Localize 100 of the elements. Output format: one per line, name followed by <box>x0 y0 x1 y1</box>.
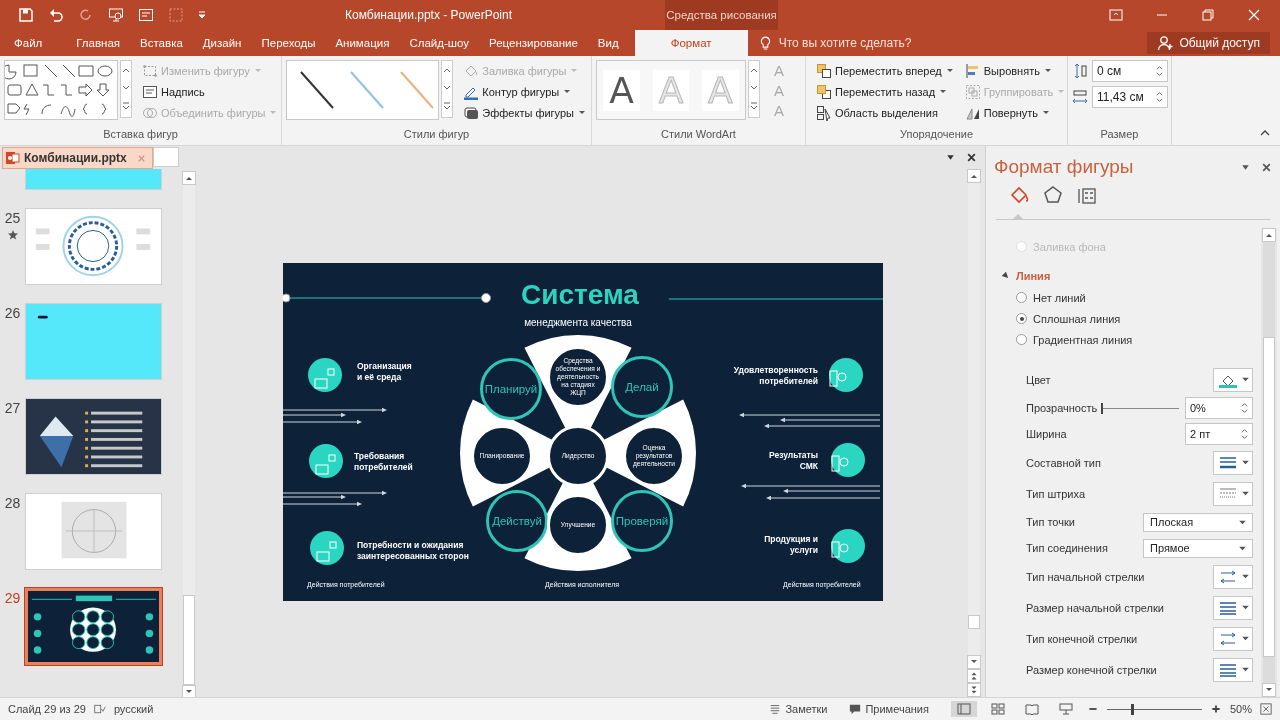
dropdown[interactable]: Плоская <box>1143 512 1253 532</box>
scroll-up-icon[interactable] <box>1262 228 1276 242</box>
slide-thumbnail[interactable] <box>25 588 162 665</box>
zoom-in-icon[interactable] <box>1209 703 1222 715</box>
scroll-up-icon[interactable] <box>182 171 196 185</box>
ribbon-tab[interactable]: Слайд-шоу <box>399 30 480 56</box>
spin-arrows-icon[interactable] <box>1241 427 1248 441</box>
size-field[interactable]: 11,43 см <box>1092 86 1168 108</box>
section-header[interactable]: Линия <box>1002 265 1261 287</box>
wordart-style[interactable]: A <box>603 69 640 111</box>
spin-arrows-icon[interactable] <box>1156 64 1163 78</box>
scroll-up-icon[interactable] <box>967 169 981 183</box>
redo-icon[interactable] <box>78 7 94 23</box>
radio-button[interactable] <box>1016 313 1027 324</box>
scroll-down-icon[interactable] <box>1262 683 1276 697</box>
slide-thumbnail[interactable] <box>25 303 162 380</box>
close-icon[interactable] <box>1261 161 1272 173</box>
ribbon-display-icon[interactable] <box>1108 7 1124 23</box>
zoom-thumb[interactable] <box>1130 703 1134 715</box>
fit-to-window-icon[interactable] <box>1260 703 1272 715</box>
zoom-level[interactable]: 50% <box>1229 703 1252 715</box>
lines-icon <box>1217 661 1238 678</box>
ribbon-button[interactable]: Надпись <box>140 81 279 102</box>
ribbon-tab[interactable]: Файл <box>0 30 67 56</box>
spin-arrows-icon[interactable] <box>1241 401 1248 415</box>
selected-connector[interactable] <box>283 293 491 303</box>
spin-arrows-icon[interactable] <box>1156 90 1163 104</box>
tell-me-field[interactable]: Что вы хотите сделать? <box>776 35 961 51</box>
arrow-type-button[interactable] <box>1213 564 1253 589</box>
slide-thumbnail[interactable] <box>25 398 162 475</box>
ribbon-tab[interactable]: Анимация <box>325 30 400 56</box>
close-icon[interactable] <box>966 152 977 163</box>
transparency-slider[interactable] <box>1101 402 1179 414</box>
ribbon-tab[interactable]: Формат <box>634 30 748 56</box>
scrollbar[interactable] <box>966 169 982 697</box>
radio-button[interactable] <box>1016 334 1027 345</box>
spell-check-icon[interactable] <box>93 703 106 715</box>
scrollbar[interactable] <box>181 171 197 695</box>
language-indicator[interactable]: русский <box>113 703 154 715</box>
radio-label[interactable]: Градиентная линия <box>1033 333 1133 346</box>
radio-button[interactable] <box>1016 292 1027 303</box>
share-button[interactable]: Общий доступ <box>1147 32 1270 54</box>
notes-button[interactable]: Заметки <box>769 703 828 715</box>
slide-icon[interactable] <box>138 7 154 23</box>
gallery-scroll-icon[interactable] <box>120 60 132 118</box>
collapse-ribbon-icon[interactable] <box>1260 129 1270 137</box>
scroll-thumb[interactable] <box>968 615 980 629</box>
slide-thumbnail[interactable] <box>25 493 162 570</box>
restore-icon[interactable] <box>1200 7 1216 23</box>
presentation-icon[interactable] <box>108 7 124 23</box>
undo-icon[interactable] <box>48 7 64 23</box>
ribbon-tab[interactable]: Вставка <box>130 30 193 56</box>
caret-icon[interactable] <box>945 152 956 163</box>
scroll-down-icon[interactable] <box>182 685 196 697</box>
ribbon-tab[interactable]: Переходы <box>251 30 326 56</box>
line-style-sample[interactable] <box>299 71 334 109</box>
ribbon-button[interactable]: Область выделения <box>814 102 955 123</box>
dropdown[interactable]: Прямое <box>1143 538 1253 558</box>
ribbon-button[interactable]: Переместить назад <box>814 81 955 102</box>
selection-pane-icon <box>816 104 832 121</box>
ribbon-button[interactable]: Выровнять <box>962 60 1067 81</box>
gallery-scroll-icon[interactable] <box>748 60 760 118</box>
ribbon-button[interactable]: Переместить вперед <box>814 60 955 81</box>
customize-icon[interactable] <box>198 10 206 20</box>
ribbon-button[interactable]: Эффекты фигуры <box>461 102 587 123</box>
ribbon-tab[interactable]: Рецензирование <box>479 30 588 56</box>
radio-label[interactable]: Нет линий <box>1033 291 1086 304</box>
arrow-type-button[interactable] <box>1213 626 1253 651</box>
scroll-down-icon[interactable] <box>967 655 981 669</box>
gallery-scroll-icon[interactable] <box>441 60 454 118</box>
arrow-size-button[interactable] <box>1213 657 1253 682</box>
comments-button[interactable]: Примечания <box>849 703 929 715</box>
document-tab[interactable]: Комбинации.pptx <box>2 147 153 169</box>
window-title: Комбинации.pptx - PowerPoint <box>345 7 513 24</box>
size-field[interactable]: 0 см <box>1092 60 1168 82</box>
ribbon-button[interactable]: Контур фигуры <box>461 81 587 102</box>
color-button[interactable] <box>1213 367 1253 392</box>
normal-view-button[interactable] <box>950 701 977 717</box>
ribbon-button[interactable]: Повернуть <box>962 102 1067 123</box>
radio-label[interactable]: Сплошная линия <box>1033 312 1121 325</box>
compound-type-button[interactable] <box>1213 450 1253 475</box>
previous-slide-icon[interactable] <box>967 669 981 683</box>
scrollbar[interactable] <box>1261 228 1277 697</box>
ribbon-tab[interactable]: Дизайн <box>192 30 252 56</box>
section-label[interactable]: Линия <box>1016 270 1051 282</box>
scroll-thumb[interactable] <box>1263 337 1275 657</box>
next-slide-icon[interactable] <box>967 683 981 697</box>
property-label: Цвет <box>1026 373 1052 386</box>
width-field[interactable]: 2 пт <box>1185 423 1253 445</box>
slide-thumbnail[interactable] <box>25 208 162 285</box>
ribbon-tab[interactable]: Главная <box>66 30 131 56</box>
ribbon-tab[interactable]: Вид <box>587 30 629 56</box>
scroll-thumb[interactable] <box>183 595 195 685</box>
close-icon[interactable] <box>1246 7 1262 23</box>
fill-line-tab[interactable] <box>1008 184 1030 219</box>
arrow-size-button[interactable] <box>1213 595 1253 620</box>
save-icon[interactable] <box>18 7 34 23</box>
transparency-field[interactable]: 0% <box>1185 397 1253 419</box>
caret-icon <box>1058 90 1065 93</box>
slider-thumb[interactable] <box>1101 402 1104 414</box>
